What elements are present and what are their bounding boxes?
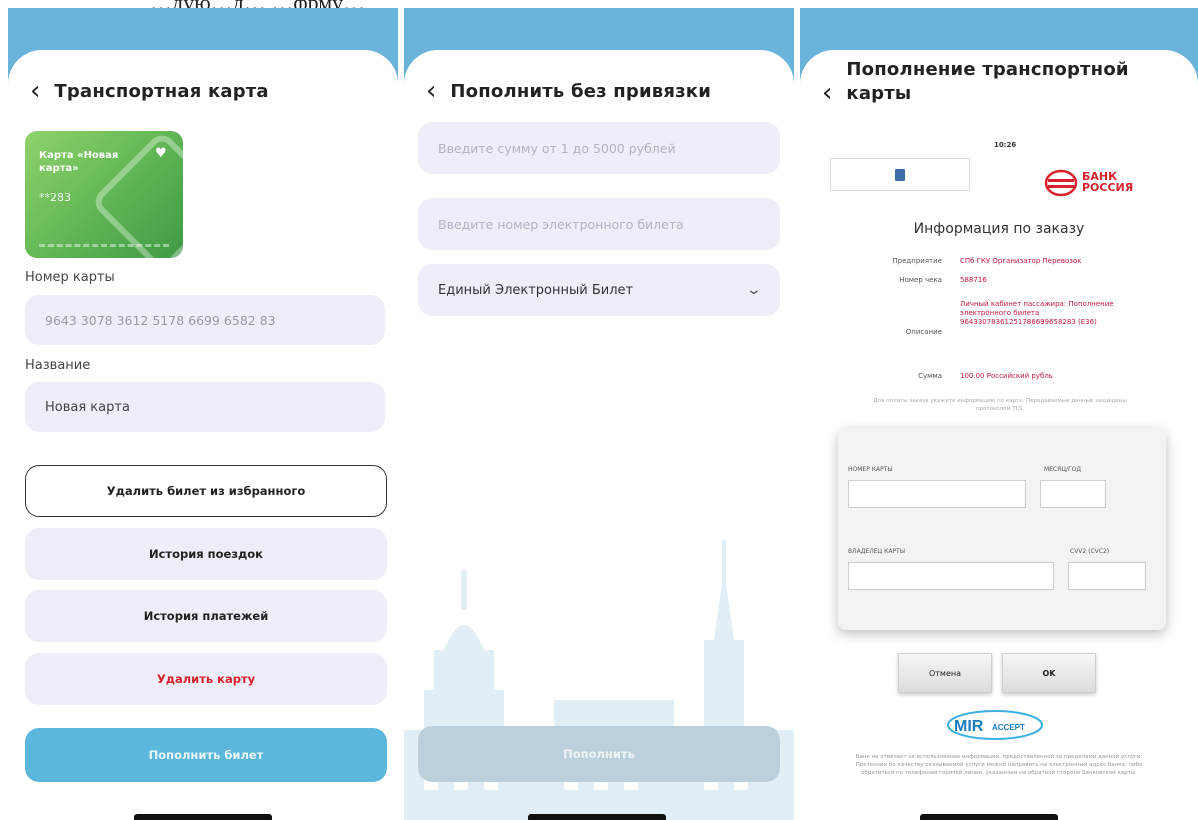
home-indicator	[528, 814, 666, 820]
page-title: Транспортная карта	[54, 80, 269, 102]
delete-card-button[interactable]: Удалить карту	[25, 653, 387, 705]
card-number-label: Номер карты	[25, 270, 115, 285]
holder-label: ВЛАДЕЛЕЦ КАРТЫ	[848, 548, 906, 555]
transport-card-screen: ‹ Транспортная карта Карта «Новая карта»…	[8, 8, 398, 820]
ticket-type-value: Единый Электронный Билет	[438, 282, 634, 298]
enterprise-label: Предприятие	[892, 257, 942, 265]
top-up-ticket-button[interactable]: Пополнить билет	[25, 728, 387, 782]
ticket-type-select[interactable]: Единый Электронный Билет ⌄	[418, 264, 780, 316]
home-indicator	[134, 814, 272, 820]
svg-text:ACCEPT: ACCEPT	[992, 723, 1025, 732]
remove-favorite-button[interactable]: Удалить билет из избранного	[25, 465, 387, 517]
card-form: НОМЕР КАРТЫ МЕСЯЦ/ГОД ВЛАДЕЛЕЦ КАРТЫ CVV…	[838, 428, 1166, 630]
check-value: 588716	[960, 276, 987, 284]
cancel-button[interactable]: Отмена	[898, 653, 992, 693]
card-name-field[interactable]: Новая карта	[25, 382, 385, 432]
order-info-title: Информация по заказу	[913, 221, 1085, 237]
ticket-number-input[interactable]: Введите номер электронного билета	[418, 198, 780, 250]
chevron-down-icon: ⌄	[745, 282, 763, 298]
bank-line-2: РОССИЯ	[1082, 181, 1134, 194]
cvv-input[interactable]	[1068, 562, 1146, 590]
merchant-icon	[895, 169, 905, 181]
payment-gateway-screen: ‹ Пополнение транспортной карты 10:26 БА…	[800, 8, 1198, 820]
card-number-label: НОМЕР КАРТЫ	[848, 466, 893, 473]
payment-note: Для оплаты заказа укажите информацию по …	[873, 398, 1127, 412]
sum-label: Сумма	[918, 372, 942, 380]
disclaimer-text: Банк не отвечает за использование информ…	[855, 754, 1143, 776]
trip-history-button[interactable]: История поездок	[25, 528, 387, 580]
enterprise-value: СПб ГКУ Организатор Перевозок	[960, 257, 1082, 265]
ok-button[interactable]: OK	[1002, 653, 1096, 693]
header: ‹ Пополнить без привязки	[426, 78, 711, 104]
check-label: Номер чека	[899, 276, 942, 284]
header: ‹ Пополнение транспортной карты	[822, 58, 1146, 106]
heart-icon[interactable]: ♥	[155, 147, 169, 161]
header: ‹ Транспортная карта	[30, 78, 269, 104]
sum-value: 100.00 Российский рубль	[960, 372, 1053, 380]
card-name: Карта «Новая карта»	[39, 150, 119, 174]
svg-text:MIR: MIR	[954, 718, 984, 735]
description-label: Описание	[905, 328, 942, 336]
amount-input[interactable]: Введите сумму от 1 до 5000 рублей	[418, 122, 780, 174]
name-label: Название	[25, 358, 91, 373]
card-decoration	[39, 244, 169, 248]
top-up-button[interactable]: Пополнить	[418, 726, 780, 782]
time-text: 10:26	[994, 141, 1017, 149]
merchant-logo-box	[830, 158, 970, 191]
cvv-label: CVV2 (CVC2)	[1070, 548, 1110, 555]
card-number-input[interactable]	[848, 480, 1026, 508]
bank-emblem-icon	[1044, 169, 1078, 197]
top-up-without-binding-screen: ‹ Пополнить без привязки Введите сумму о…	[404, 8, 794, 820]
home-indicator	[920, 814, 1058, 820]
screenshot-collage: …дую…д… …фрму… ‹ Транспортная карта Карт…	[0, 0, 1198, 820]
transport-card-image[interactable]: Карта «Новая карта» ♥ **283	[25, 131, 183, 258]
back-arrow-icon[interactable]: ‹	[426, 78, 436, 104]
expiry-input[interactable]	[1040, 480, 1106, 508]
card-masked-number: **283	[39, 191, 71, 204]
holder-input[interactable]	[848, 562, 1054, 590]
page-title: Пополнить без привязки	[450, 80, 712, 102]
card-number-field[interactable]: 9643 3078 3612 5178 6699 6582 83	[25, 295, 385, 345]
description-value: Личный кабинет пассажира: Пополнение эле…	[960, 300, 1114, 326]
page-title: Пополнение транспортной карты	[846, 59, 1129, 104]
back-arrow-icon[interactable]: ‹	[822, 80, 832, 106]
expiry-label: МЕСЯЦ/ГОД	[1044, 466, 1082, 473]
payment-history-button[interactable]: История платежей	[25, 590, 387, 642]
bank-logo-text: БАНК РОССИЯ	[1082, 171, 1133, 193]
back-arrow-icon[interactable]: ‹	[30, 78, 40, 104]
mir-accept-logo-icon: MIR ACCEPT	[947, 710, 1043, 740]
